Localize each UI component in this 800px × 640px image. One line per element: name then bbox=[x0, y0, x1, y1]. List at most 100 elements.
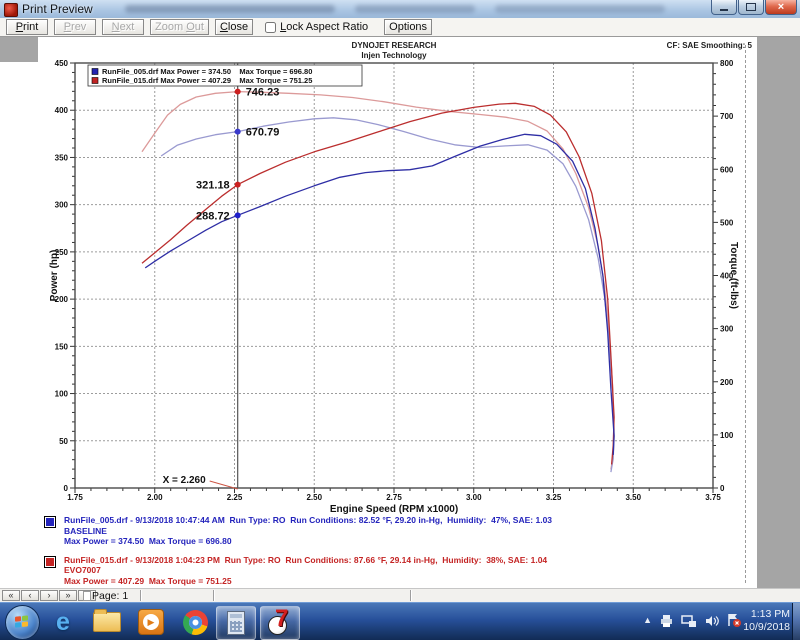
svg-text:RunFile_005.drf Max Power = 37: RunFile_005.drf Max Power = 374.50 Max T… bbox=[102, 67, 312, 76]
left-axis-title: Power (hp) bbox=[49, 250, 60, 302]
marker-dot bbox=[234, 181, 241, 188]
start-button[interactable] bbox=[5, 605, 40, 640]
svg-text:3.25: 3.25 bbox=[546, 493, 562, 502]
titlebar[interactable]: Print Preview × bbox=[0, 0, 800, 19]
marker-label: 746.23 bbox=[246, 87, 280, 99]
svg-text:150: 150 bbox=[55, 342, 69, 351]
last-page-button[interactable]: » bbox=[59, 590, 77, 601]
taskbar-clock[interactable]: 1:13 PM 10/9/2018 bbox=[743, 608, 790, 634]
clock-date: 10/9/2018 bbox=[743, 621, 790, 633]
svg-text:50: 50 bbox=[59, 437, 68, 446]
titlebar-glass-smudge bbox=[355, 5, 475, 13]
x-axis-title: Engine Speed (RPM x1000) bbox=[330, 504, 458, 515]
dynojet-app-icon[interactable] bbox=[4, 3, 18, 17]
prev-page-button[interactable]: Prev bbox=[54, 19, 96, 35]
document-icon bbox=[83, 591, 91, 601]
run-color-swatch-red bbox=[44, 555, 56, 568]
marker-dot bbox=[234, 212, 241, 219]
run-note-baseline: RunFile_005.drf - 9/13/2018 10:47:44 AM … bbox=[44, 515, 684, 547]
page-indicator: Page: 1 bbox=[92, 590, 129, 602]
svg-text:RunFile_015.drf Max Power = 40: RunFile_015.drf Max Power = 407.29 Max T… bbox=[102, 76, 312, 85]
file-explorer-icon[interactable] bbox=[92, 608, 122, 636]
svg-text:0: 0 bbox=[64, 484, 69, 493]
marker-dot bbox=[234, 128, 241, 135]
statusbar-divider bbox=[410, 590, 412, 601]
titlebar-glass-smudge bbox=[125, 5, 335, 13]
svg-text:3.50: 3.50 bbox=[625, 493, 641, 502]
action-center-flag-icon[interactable] bbox=[726, 613, 742, 628]
svg-text:350: 350 bbox=[55, 153, 69, 162]
maximize-icon bbox=[746, 3, 756, 11]
next-page-button[interactable]: Next bbox=[102, 19, 144, 35]
media-player-icon[interactable]: ▶ bbox=[136, 608, 166, 636]
next-page-nav-button[interactable]: › bbox=[40, 590, 58, 601]
marker-label: 670.79 bbox=[246, 127, 280, 139]
play-icon: ▶ bbox=[138, 609, 164, 635]
options-button[interactable]: Options bbox=[384, 19, 433, 35]
preview-corner-block bbox=[0, 37, 38, 62]
clock-time: 1:13 PM bbox=[750, 608, 790, 620]
marker-label: 321.18 bbox=[196, 180, 230, 192]
svg-text:3.75: 3.75 bbox=[705, 493, 721, 502]
show-hidden-icons-button[interactable]: ▲ bbox=[643, 616, 652, 625]
run-file-line: RunFile_015.drf - 9/13/2018 1:04:23 PM R… bbox=[64, 554, 548, 565]
svg-text:3.00: 3.00 bbox=[466, 493, 482, 502]
dynojet-winpep-taskbar-button[interactable]: 7 bbox=[260, 605, 300, 640]
printer-icon[interactable] bbox=[659, 614, 674, 628]
run-color-swatch-blue bbox=[44, 516, 56, 528]
svg-text:100: 100 bbox=[720, 431, 734, 440]
svg-text:300: 300 bbox=[720, 325, 734, 334]
window-title: Print Preview bbox=[22, 2, 93, 16]
close-preview-button[interactable]: Close bbox=[214, 19, 254, 35]
speaker-icon[interactable] bbox=[704, 614, 719, 628]
svg-text:2.25: 2.25 bbox=[227, 493, 243, 502]
run-max-line: Max Power = 407.29 Max Torque = 751.25 bbox=[64, 575, 232, 586]
maximize-button[interactable] bbox=[738, 0, 764, 15]
close-icon: × bbox=[777, 1, 785, 13]
windows-logo-icon bbox=[15, 615, 29, 628]
svg-text:400: 400 bbox=[55, 106, 69, 115]
svg-text:450: 450 bbox=[55, 59, 69, 68]
run-name-line: EVO7007 bbox=[64, 565, 101, 575]
svg-text:600: 600 bbox=[720, 165, 734, 174]
marker-label: 288.72 bbox=[196, 210, 230, 222]
chrome-icon[interactable] bbox=[180, 608, 210, 636]
lock-aspect-ratio-checkbox[interactable] bbox=[265, 21, 277, 33]
print-button[interactable]: Print bbox=[6, 19, 48, 35]
prev-page-nav-button[interactable]: ‹ bbox=[21, 590, 39, 601]
zoom-out-button[interactable]: Zoom Out bbox=[150, 19, 209, 35]
ie-e-icon: e bbox=[56, 607, 70, 636]
svg-text:500: 500 bbox=[720, 218, 734, 227]
svg-text:2.75: 2.75 bbox=[386, 493, 402, 502]
show-desktop-button[interactable] bbox=[792, 603, 800, 640]
right-axis-title: Torque (ft-lbs) bbox=[728, 242, 739, 309]
close-window-button[interactable]: × bbox=[765, 0, 797, 15]
dyno-chart: 1.75 2.00 2.25 2.50 2.75 3.00 3.25 3.50 3.750501… bbox=[49, 59, 739, 515]
desktop-screen: Print Preview × Print Prev Next Zoom Out… bbox=[0, 0, 800, 640]
svg-text:0: 0 bbox=[720, 484, 725, 493]
svg-text:2.50: 2.50 bbox=[306, 493, 322, 502]
run-note-evo7007: RunFile_015.drf - 9/13/2018 1:04:23 PM R… bbox=[44, 555, 684, 587]
svg-text:2.00: 2.00 bbox=[147, 493, 163, 502]
calculator-icon bbox=[227, 611, 245, 635]
minimize-button[interactable] bbox=[711, 0, 737, 15]
first-page-button[interactable]: « bbox=[2, 590, 20, 601]
system-tray: ▲ bbox=[643, 613, 742, 628]
preview-background bbox=[757, 37, 800, 588]
run-max-line: Max Power = 374.50 Max Torque = 696.80 bbox=[64, 536, 232, 546]
page-margin-line bbox=[745, 45, 746, 583]
svg-text:200: 200 bbox=[720, 378, 734, 387]
internet-explorer-icon[interactable]: e bbox=[48, 608, 78, 636]
titlebar-glass-smudge bbox=[495, 5, 665, 13]
statusbar: « ‹ › » Page: 1 bbox=[0, 588, 800, 602]
marker-dot bbox=[234, 88, 241, 95]
chrome-logo-icon bbox=[182, 609, 208, 635]
devices-icon[interactable] bbox=[681, 614, 697, 628]
calculator-taskbar-button[interactable] bbox=[216, 606, 256, 640]
svg-text:300: 300 bbox=[55, 201, 69, 210]
run-annotations: RunFile_005.drf - 9/13/2018 10:47:44 AM … bbox=[44, 515, 684, 594]
svg-text:800: 800 bbox=[720, 59, 734, 68]
taskbar: e ▶ 7 ▲ 1:13 PM 10/9/2018 bbox=[0, 602, 800, 640]
lock-aspect-ratio-label: Lock Aspect Ratio bbox=[280, 21, 369, 33]
chart-legend: RunFile_005.drf Max Power = 374.50 Max T… bbox=[87, 64, 363, 87]
